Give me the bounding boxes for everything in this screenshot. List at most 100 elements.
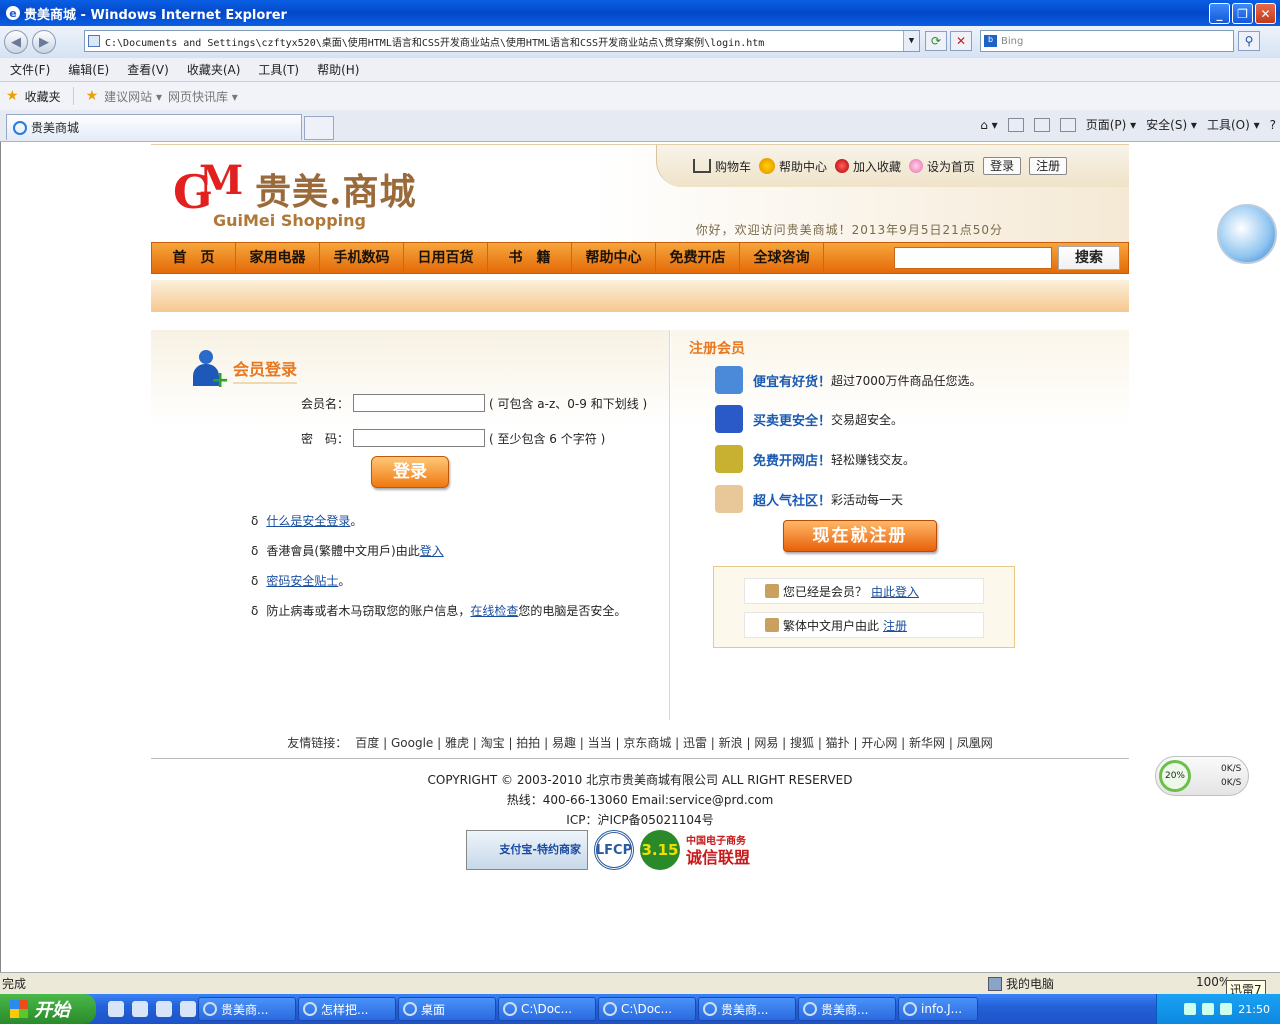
logo-text: 贵美.商城: [255, 171, 417, 213]
menu-file[interactable]: 文件(F): [10, 61, 50, 78]
banner-strip: [151, 280, 1129, 312]
new-tab-button[interactable]: [304, 116, 334, 140]
tray-icon[interactable]: [1202, 1003, 1215, 1015]
password-input[interactable]: [353, 429, 485, 447]
clock: 21:50: [1238, 1002, 1270, 1016]
stop-button[interactable]: ✕: [950, 31, 972, 51]
username-label: 会员名：: [300, 396, 349, 411]
page-menu[interactable]: 页面(P) ▾: [1086, 116, 1136, 133]
tip-link-hk-login[interactable]: 登入: [420, 544, 444, 558]
lfcp-badge[interactable]: LFCP: [594, 830, 634, 870]
taskbar-button[interactable]: C:\Doc...: [498, 997, 596, 1021]
tip-link-password-tips[interactable]: 密码安全贴士: [266, 574, 338, 588]
quicklaunch-icon[interactable]: [108, 1001, 124, 1017]
tip-item: δ 香港會員(繁體中文用戶)由此登入: [251, 544, 444, 558]
menu-edit[interactable]: 编辑(E): [68, 61, 109, 78]
feature-item: 免费开网店！ 轻松赚钱交友。: [715, 445, 915, 473]
money-icon: [715, 445, 743, 473]
friend-links-list[interactable]: 百度 | Google | 雅虎 | 淘宝 | 拍拍 | 易趣 | 当当 | 京…: [355, 736, 992, 750]
trust-badges: 支付宝-特约商家 LFCP 3.15 中国电子商务 诚信联盟: [466, 830, 750, 870]
search-input[interactable]: b Bing: [980, 30, 1234, 52]
help-link[interactable]: 帮助中心: [759, 158, 827, 175]
rss-icon[interactable]: [1007, 117, 1024, 132]
search-icon[interactable]: ⚲: [1238, 31, 1260, 51]
register-now-button[interactable]: 现在就注册: [783, 520, 937, 552]
nav-global[interactable]: 全球咨询: [740, 243, 824, 273]
quicklaunch-icon[interactable]: [132, 1001, 148, 1017]
maximize-button[interactable]: ❐: [1232, 3, 1253, 24]
help-icon[interactable]: ?: [1270, 118, 1276, 132]
help-label: 帮助中心: [779, 159, 828, 174]
username-hint: ( 可包含 a-z、0-9 和下划线 ): [489, 396, 648, 411]
forward-button[interactable]: ▶: [32, 30, 56, 54]
tools-menu[interactable]: 工具(O) ▾: [1207, 116, 1260, 133]
menu-view[interactable]: 查看(V): [127, 61, 169, 78]
alipay-badge[interactable]: 支付宝-特约商家: [466, 830, 588, 870]
add-favorite-link[interactable]: 加入收藏: [835, 158, 901, 175]
tray-icon[interactable]: [1220, 1003, 1233, 1015]
web-slice-gallery[interactable]: 网页快讯库 ▾: [168, 88, 238, 105]
login-title: 会员登录: [233, 356, 298, 384]
speed-percent: 20%: [1159, 760, 1191, 792]
password-row: 密 码： ( 至少包含 6 个字符 ): [299, 429, 605, 447]
taskbar-button[interactable]: info.J...: [898, 997, 978, 1021]
menu-help[interactable]: 帮助(H): [317, 61, 359, 78]
close-button[interactable]: ✕: [1255, 3, 1276, 24]
set-homepage-link[interactable]: 设为首页: [909, 158, 975, 175]
feature-item: 便宜有好货！ 超过7000万件商品任您选。: [715, 366, 982, 394]
home-icon[interactable]: ⌂ ▾: [980, 118, 997, 132]
menu-tools[interactable]: 工具(T): [258, 61, 299, 78]
nav-home[interactable]: 首 页: [152, 243, 236, 273]
username-input[interactable]: [353, 394, 485, 412]
login-panel: + 会员登录 会员名： ( 可包含 a-z、0-9 和下划线 ) 密 码： ( …: [151, 330, 669, 720]
refresh-button[interactable]: ⟳: [925, 31, 947, 51]
member-login-link[interactable]: 由此登入: [871, 583, 919, 600]
tip-link-online-check[interactable]: 在线检查: [470, 604, 518, 618]
login-link[interactable]: 登录: [983, 157, 1022, 175]
taskbar-button[interactable]: 桌面: [398, 997, 496, 1021]
taskbar-button[interactable]: 贵美商...: [698, 997, 796, 1021]
quicklaunch-icon[interactable]: [180, 1001, 196, 1017]
taskbar-button[interactable]: C:\Doc...: [598, 997, 696, 1021]
speed-widget[interactable]: 20% 0K/S 0K/S: [1155, 756, 1249, 796]
register-panel: 注册会员 便宜有好货！ 超过7000万件商品任您选。 买卖更安全！ 交易超安全。 免…: [671, 330, 1129, 720]
login-button[interactable]: 登录: [371, 456, 449, 488]
taskbar-button[interactable]: 贵美商...: [198, 997, 296, 1021]
nav-appliances[interactable]: 家用电器: [236, 243, 320, 273]
tip-link-secure-login[interactable]: 什么是安全登录: [266, 514, 350, 528]
bird-widget-icon[interactable]: [1217, 204, 1277, 264]
start-button[interactable]: 开始: [0, 994, 96, 1024]
favorites-button[interactable]: 收藏夹: [25, 88, 61, 105]
tab-guimei[interactable]: 贵美商城: [6, 114, 302, 140]
mail-icon[interactable]: [1033, 117, 1050, 132]
print-icon[interactable]: [1059, 117, 1076, 132]
nav-daily[interactable]: 日用百货: [404, 243, 488, 273]
nav-books[interactable]: 书 籍: [488, 243, 572, 273]
password-label: 密 码：: [300, 431, 349, 446]
suggested-sites[interactable]: 建议网站 ▾: [104, 88, 162, 105]
315-badge[interactable]: 3.15: [640, 830, 680, 870]
taskbar-button[interactable]: 贵美商...: [798, 997, 896, 1021]
site-search-input[interactable]: [894, 247, 1052, 269]
address-field[interactable]: C:\Documents and Settings\czftyx520\桌面\使…: [84, 30, 920, 52]
tray-icon[interactable]: [1184, 1003, 1197, 1015]
nav-digital[interactable]: 手机数码: [320, 243, 404, 273]
taskbar-button[interactable]: 怎样把...: [298, 997, 396, 1021]
minimize-button[interactable]: _: [1209, 3, 1230, 24]
site-search-button[interactable]: 搜索: [1058, 246, 1120, 270]
back-button[interactable]: ◀: [4, 30, 28, 54]
add-favorite-icon[interactable]: ★: [86, 88, 99, 104]
register-link[interactable]: 注册: [1029, 157, 1068, 175]
quicklaunch-icon[interactable]: [156, 1001, 172, 1017]
address-dropdown-icon[interactable]: ▼: [903, 31, 919, 51]
member-icon: +: [189, 350, 229, 392]
safety-menu[interactable]: 安全(S) ▾: [1146, 116, 1197, 133]
site-container: G M 贵美.商城 GuiMei Shopping 购物车 帮助中心 加入收藏 …: [151, 144, 1129, 870]
trad-register-link[interactable]: 注册: [883, 617, 907, 634]
menu-favorites[interactable]: 收藏夹(A): [187, 61, 241, 78]
cnec-badge[interactable]: 中国电子商务 诚信联盟: [686, 834, 750, 866]
nav-help[interactable]: 帮助中心: [572, 243, 656, 273]
nav-open-store[interactable]: 免费开店: [656, 243, 740, 273]
cart-link[interactable]: 购物车: [693, 158, 751, 175]
friend-links-label: 友情链接：: [287, 736, 348, 750]
